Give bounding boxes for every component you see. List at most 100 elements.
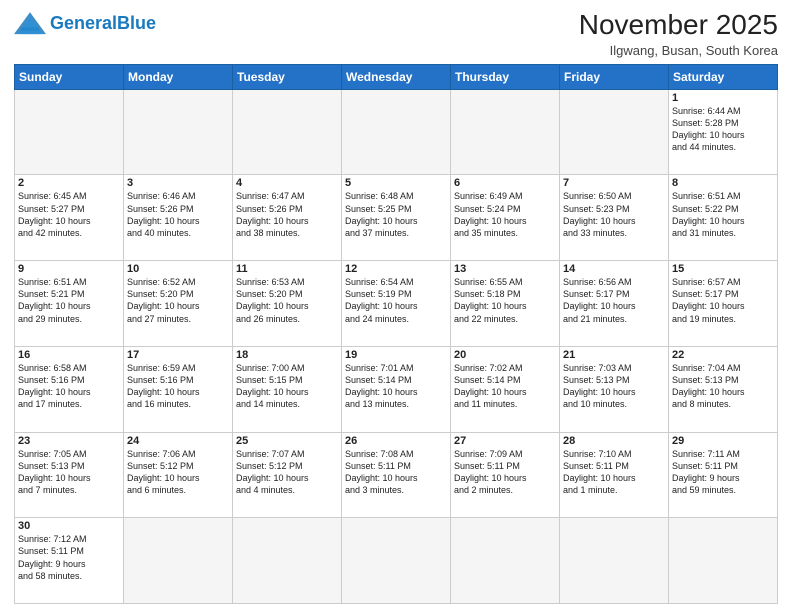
day-cell bbox=[233, 89, 342, 175]
day-number: 20 bbox=[454, 349, 556, 361]
day-cell: 1Sunrise: 6:44 AMSunset: 5:28 PMDaylight… bbox=[669, 89, 778, 175]
col-header-saturday: Saturday bbox=[669, 64, 778, 89]
day-cell bbox=[451, 518, 560, 604]
day-number: 15 bbox=[672, 263, 774, 275]
day-cell: 7Sunrise: 6:50 AMSunset: 5:23 PMDaylight… bbox=[560, 175, 669, 261]
day-number: 28 bbox=[563, 435, 665, 447]
col-header-sunday: Sunday bbox=[15, 64, 124, 89]
week-row-2: 9Sunrise: 6:51 AMSunset: 5:21 PMDaylight… bbox=[15, 261, 778, 347]
day-info: Sunrise: 6:55 AMSunset: 5:18 PMDaylight:… bbox=[454, 276, 556, 325]
day-number: 9 bbox=[18, 263, 120, 275]
day-info: Sunrise: 6:48 AMSunset: 5:25 PMDaylight:… bbox=[345, 190, 447, 239]
day-cell: 29Sunrise: 7:11 AMSunset: 5:11 PMDayligh… bbox=[669, 432, 778, 518]
col-header-tuesday: Tuesday bbox=[233, 64, 342, 89]
day-info: Sunrise: 7:02 AMSunset: 5:14 PMDaylight:… bbox=[454, 362, 556, 411]
day-number: 5 bbox=[345, 177, 447, 189]
col-header-wednesday: Wednesday bbox=[342, 64, 451, 89]
day-info: Sunrise: 7:07 AMSunset: 5:12 PMDaylight:… bbox=[236, 448, 338, 497]
day-cell: 11Sunrise: 6:53 AMSunset: 5:20 PMDayligh… bbox=[233, 261, 342, 347]
day-cell: 23Sunrise: 7:05 AMSunset: 5:13 PMDayligh… bbox=[15, 432, 124, 518]
day-info: Sunrise: 7:04 AMSunset: 5:13 PMDaylight:… bbox=[672, 362, 774, 411]
col-header-thursday: Thursday bbox=[451, 64, 560, 89]
day-number: 8 bbox=[672, 177, 774, 189]
day-number: 2 bbox=[18, 177, 120, 189]
day-cell bbox=[124, 89, 233, 175]
week-row-1: 2Sunrise: 6:45 AMSunset: 5:27 PMDaylight… bbox=[15, 175, 778, 261]
day-cell: 9Sunrise: 6:51 AMSunset: 5:21 PMDaylight… bbox=[15, 261, 124, 347]
day-cell: 18Sunrise: 7:00 AMSunset: 5:15 PMDayligh… bbox=[233, 346, 342, 432]
day-info: Sunrise: 6:58 AMSunset: 5:16 PMDaylight:… bbox=[18, 362, 120, 411]
logo-blue: Blue bbox=[117, 13, 156, 33]
month-title: November 2025 bbox=[579, 10, 778, 41]
day-info: Sunrise: 7:11 AMSunset: 5:11 PMDaylight:… bbox=[672, 448, 774, 497]
week-row-4: 23Sunrise: 7:05 AMSunset: 5:13 PMDayligh… bbox=[15, 432, 778, 518]
day-cell: 27Sunrise: 7:09 AMSunset: 5:11 PMDayligh… bbox=[451, 432, 560, 518]
day-info: Sunrise: 7:10 AMSunset: 5:11 PMDaylight:… bbox=[563, 448, 665, 497]
day-info: Sunrise: 7:12 AMSunset: 5:11 PMDaylight:… bbox=[18, 533, 120, 582]
day-cell bbox=[233, 518, 342, 604]
day-cell: 12Sunrise: 6:54 AMSunset: 5:19 PMDayligh… bbox=[342, 261, 451, 347]
day-cell: 30Sunrise: 7:12 AMSunset: 5:11 PMDayligh… bbox=[15, 518, 124, 604]
header-row: SundayMondayTuesdayWednesdayThursdayFrid… bbox=[15, 64, 778, 89]
page: GeneralBlue November 2025 Ilgwang, Busan… bbox=[0, 0, 792, 612]
day-cell: 3Sunrise: 6:46 AMSunset: 5:26 PMDaylight… bbox=[124, 175, 233, 261]
day-number: 24 bbox=[127, 435, 229, 447]
day-info: Sunrise: 6:57 AMSunset: 5:17 PMDaylight:… bbox=[672, 276, 774, 325]
title-block: November 2025 Ilgwang, Busan, South Kore… bbox=[579, 10, 778, 58]
day-cell: 15Sunrise: 6:57 AMSunset: 5:17 PMDayligh… bbox=[669, 261, 778, 347]
day-cell: 4Sunrise: 6:47 AMSunset: 5:26 PMDaylight… bbox=[233, 175, 342, 261]
day-number: 4 bbox=[236, 177, 338, 189]
day-number: 23 bbox=[18, 435, 120, 447]
day-cell: 19Sunrise: 7:01 AMSunset: 5:14 PMDayligh… bbox=[342, 346, 451, 432]
week-row-5: 30Sunrise: 7:12 AMSunset: 5:11 PMDayligh… bbox=[15, 518, 778, 604]
day-cell: 6Sunrise: 6:49 AMSunset: 5:24 PMDaylight… bbox=[451, 175, 560, 261]
day-cell: 5Sunrise: 6:48 AMSunset: 5:25 PMDaylight… bbox=[342, 175, 451, 261]
day-info: Sunrise: 6:53 AMSunset: 5:20 PMDaylight:… bbox=[236, 276, 338, 325]
col-header-friday: Friday bbox=[560, 64, 669, 89]
day-cell bbox=[342, 89, 451, 175]
day-number: 13 bbox=[454, 263, 556, 275]
day-number: 12 bbox=[345, 263, 447, 275]
day-number: 3 bbox=[127, 177, 229, 189]
day-number: 10 bbox=[127, 263, 229, 275]
day-number: 16 bbox=[18, 349, 120, 361]
day-info: Sunrise: 6:46 AMSunset: 5:26 PMDaylight:… bbox=[127, 190, 229, 239]
day-cell: 14Sunrise: 6:56 AMSunset: 5:17 PMDayligh… bbox=[560, 261, 669, 347]
day-info: Sunrise: 6:45 AMSunset: 5:27 PMDaylight:… bbox=[18, 190, 120, 239]
day-info: Sunrise: 6:59 AMSunset: 5:16 PMDaylight:… bbox=[127, 362, 229, 411]
day-cell: 17Sunrise: 6:59 AMSunset: 5:16 PMDayligh… bbox=[124, 346, 233, 432]
week-row-0: 1Sunrise: 6:44 AMSunset: 5:28 PMDaylight… bbox=[15, 89, 778, 175]
day-info: Sunrise: 6:51 AMSunset: 5:22 PMDaylight:… bbox=[672, 190, 774, 239]
header: GeneralBlue November 2025 Ilgwang, Busan… bbox=[14, 10, 778, 58]
day-number: 1 bbox=[672, 92, 774, 104]
col-header-monday: Monday bbox=[124, 64, 233, 89]
day-cell: 10Sunrise: 6:52 AMSunset: 5:20 PMDayligh… bbox=[124, 261, 233, 347]
day-info: Sunrise: 7:06 AMSunset: 5:12 PMDaylight:… bbox=[127, 448, 229, 497]
day-cell: 16Sunrise: 6:58 AMSunset: 5:16 PMDayligh… bbox=[15, 346, 124, 432]
week-row-3: 16Sunrise: 6:58 AMSunset: 5:16 PMDayligh… bbox=[15, 346, 778, 432]
day-cell bbox=[451, 89, 560, 175]
day-number: 26 bbox=[345, 435, 447, 447]
day-info: Sunrise: 6:49 AMSunset: 5:24 PMDaylight:… bbox=[454, 190, 556, 239]
day-number: 29 bbox=[672, 435, 774, 447]
location: Ilgwang, Busan, South Korea bbox=[579, 43, 778, 58]
day-number: 27 bbox=[454, 435, 556, 447]
day-number: 17 bbox=[127, 349, 229, 361]
day-info: Sunrise: 7:03 AMSunset: 5:13 PMDaylight:… bbox=[563, 362, 665, 411]
day-number: 18 bbox=[236, 349, 338, 361]
day-number: 11 bbox=[236, 263, 338, 275]
day-info: Sunrise: 6:50 AMSunset: 5:23 PMDaylight:… bbox=[563, 190, 665, 239]
day-info: Sunrise: 6:47 AMSunset: 5:26 PMDaylight:… bbox=[236, 190, 338, 239]
day-cell: 13Sunrise: 6:55 AMSunset: 5:18 PMDayligh… bbox=[451, 261, 560, 347]
day-info: Sunrise: 7:09 AMSunset: 5:11 PMDaylight:… bbox=[454, 448, 556, 497]
day-number: 25 bbox=[236, 435, 338, 447]
day-cell: 25Sunrise: 7:07 AMSunset: 5:12 PMDayligh… bbox=[233, 432, 342, 518]
day-info: Sunrise: 7:05 AMSunset: 5:13 PMDaylight:… bbox=[18, 448, 120, 497]
day-cell: 2Sunrise: 6:45 AMSunset: 5:27 PMDaylight… bbox=[15, 175, 124, 261]
day-info: Sunrise: 6:52 AMSunset: 5:20 PMDaylight:… bbox=[127, 276, 229, 325]
day-number: 19 bbox=[345, 349, 447, 361]
calendar: SundayMondayTuesdayWednesdayThursdayFrid… bbox=[14, 64, 778, 604]
day-info: Sunrise: 7:08 AMSunset: 5:11 PMDaylight:… bbox=[345, 448, 447, 497]
day-cell bbox=[124, 518, 233, 604]
day-info: Sunrise: 7:00 AMSunset: 5:15 PMDaylight:… bbox=[236, 362, 338, 411]
